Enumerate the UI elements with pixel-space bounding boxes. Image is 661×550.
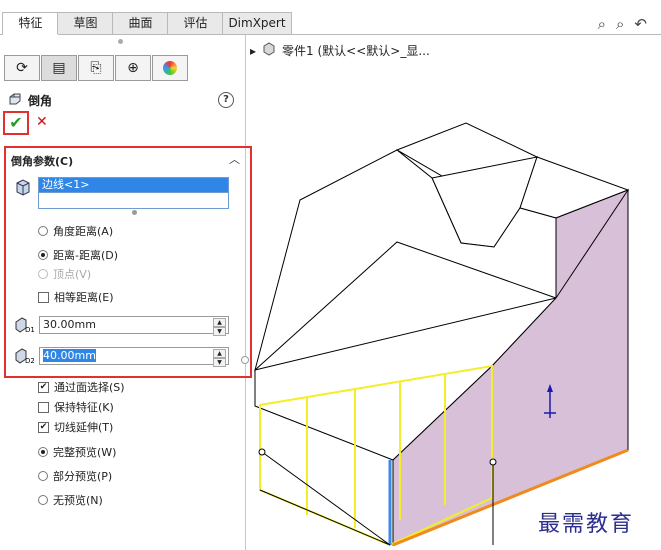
checkbox-label: 通过面选择(S) bbox=[54, 381, 125, 394]
handle-point[interactable] bbox=[489, 458, 497, 466]
help-icon[interactable]: ? bbox=[218, 92, 234, 108]
configuration-manager-icon[interactable]: ⎘ bbox=[78, 55, 114, 81]
radio-label: 距离-距离(D) bbox=[53, 249, 119, 262]
radio-button[interactable] bbox=[38, 447, 48, 457]
radio-label: 完整预览(W) bbox=[53, 446, 117, 459]
model-viewport[interactable] bbox=[246, 0, 661, 550]
radio-distance-distance[interactable]: 距离-距离(D) bbox=[38, 247, 118, 263]
distance1-input[interactable]: 30.00mm ▲ ▼ bbox=[39, 316, 229, 336]
checkbox-label: 保持特征(K) bbox=[54, 401, 114, 414]
stepper-up-icon[interactable]: ▲ bbox=[213, 318, 226, 327]
distance1-stepper[interactable]: ▲ ▼ bbox=[213, 318, 226, 336]
checkbox[interactable]: ✔ bbox=[38, 381, 49, 393]
svg-text:D1: D1 bbox=[25, 326, 34, 334]
radio-label: 顶点(V) bbox=[53, 268, 92, 281]
tab-features[interactable]: 特征 bbox=[2, 12, 59, 35]
chamfer-icon bbox=[8, 92, 22, 109]
tab-surfaces[interactable]: 曲面 bbox=[112, 12, 169, 34]
distance1-value[interactable]: 30.00mm bbox=[43, 318, 96, 331]
radio-full-preview[interactable]: 完整预览(W) bbox=[38, 444, 116, 460]
property-manager-icon[interactable]: ▤ bbox=[41, 55, 77, 81]
distance1-icon: D1 bbox=[14, 316, 35, 334]
property-manager: ⟳ ▤ ⎘ ⊕ 倒角 ? ✔ ✕ 倒角参数(C) ︿ 边线<1> 角度距离(A) bbox=[0, 35, 252, 550]
list-resize-handle[interactable] bbox=[132, 210, 137, 215]
radio-partial-preview[interactable]: 部分预览(P) bbox=[38, 468, 112, 484]
edge-selection-icon bbox=[14, 178, 32, 196]
radio-button[interactable] bbox=[38, 226, 48, 236]
edge-list-empty-row[interactable] bbox=[39, 192, 228, 207]
radio-angle-distance[interactable]: 角度距离(A) bbox=[38, 223, 113, 239]
stepper-down-icon[interactable]: ▼ bbox=[213, 327, 226, 336]
close-icon[interactable]: ✕ bbox=[36, 114, 48, 130]
radio-no-preview[interactable]: 无预览(N) bbox=[38, 492, 103, 508]
feature-manager-icon[interactable]: ⟳ bbox=[4, 55, 40, 81]
radio-button bbox=[38, 269, 48, 279]
watermark: 最需教育 bbox=[538, 512, 635, 537]
checkbox[interactable] bbox=[38, 291, 49, 303]
edge-list-item[interactable]: 边线<1> bbox=[39, 178, 228, 192]
checkbox-equal-distance[interactable]: 相等距离(E) bbox=[38, 289, 114, 305]
feature-title-text: 倒角 bbox=[28, 94, 53, 108]
svg-text:D2: D2 bbox=[25, 357, 34, 365]
chamfer-parameters-group: 倒角参数(C) ︿ 边线<1> 角度距离(A) 距离-距离(D) 顶点(V) 相… bbox=[4, 146, 252, 378]
stepper-down-icon[interactable]: ▼ bbox=[213, 358, 226, 367]
display-manager-icon[interactable] bbox=[152, 55, 188, 81]
radio-label: 角度距离(A) bbox=[53, 225, 114, 238]
chevron-up-icon[interactable]: ︿ bbox=[229, 151, 240, 167]
tab-sketch[interactable]: 草图 bbox=[57, 12, 114, 34]
checkbox[interactable] bbox=[38, 401, 49, 413]
checkbox[interactable]: ✔ bbox=[38, 421, 49, 433]
checkbox-keep-features[interactable]: 保持特征(K) bbox=[38, 399, 114, 415]
dimxpert-manager-icon[interactable]: ⊕ bbox=[115, 55, 151, 81]
distance2-value[interactable]: 40.00mm bbox=[43, 349, 96, 362]
checkbox-label: 相等距离(E) bbox=[54, 291, 114, 304]
tab-evaluate[interactable]: 评估 bbox=[167, 12, 224, 34]
panel-grip[interactable] bbox=[118, 39, 123, 44]
checkbox-tangent-propagation[interactable]: ✔ 切线延伸(T) bbox=[38, 419, 113, 435]
radio-label: 无预览(N) bbox=[53, 494, 103, 507]
checkbox-label: 切线延伸(T) bbox=[54, 421, 114, 434]
distance2-input[interactable]: 40.00mm ▲ ▼ bbox=[39, 347, 229, 367]
radio-vertex: 顶点(V) bbox=[38, 266, 91, 282]
radio-label: 部分预览(P) bbox=[53, 470, 113, 483]
distance2-stepper[interactable]: ▲ ▼ bbox=[213, 349, 226, 367]
feature-title: 倒角 bbox=[8, 92, 52, 109]
group-title: 倒角参数(C) bbox=[11, 155, 74, 168]
distance2-icon: D2 bbox=[14, 347, 35, 365]
radio-button[interactable] bbox=[38, 250, 48, 260]
stepper-up-icon[interactable]: ▲ bbox=[213, 349, 226, 358]
checkbox-select-through-faces[interactable]: ✔ 通过面选择(S) bbox=[38, 379, 125, 395]
handle-point[interactable] bbox=[258, 448, 266, 456]
radio-button[interactable] bbox=[38, 495, 48, 505]
check-icon[interactable]: ✔ bbox=[3, 111, 29, 135]
edge-selection-list[interactable]: 边线<1> bbox=[38, 177, 229, 209]
radio-button[interactable] bbox=[38, 471, 48, 481]
